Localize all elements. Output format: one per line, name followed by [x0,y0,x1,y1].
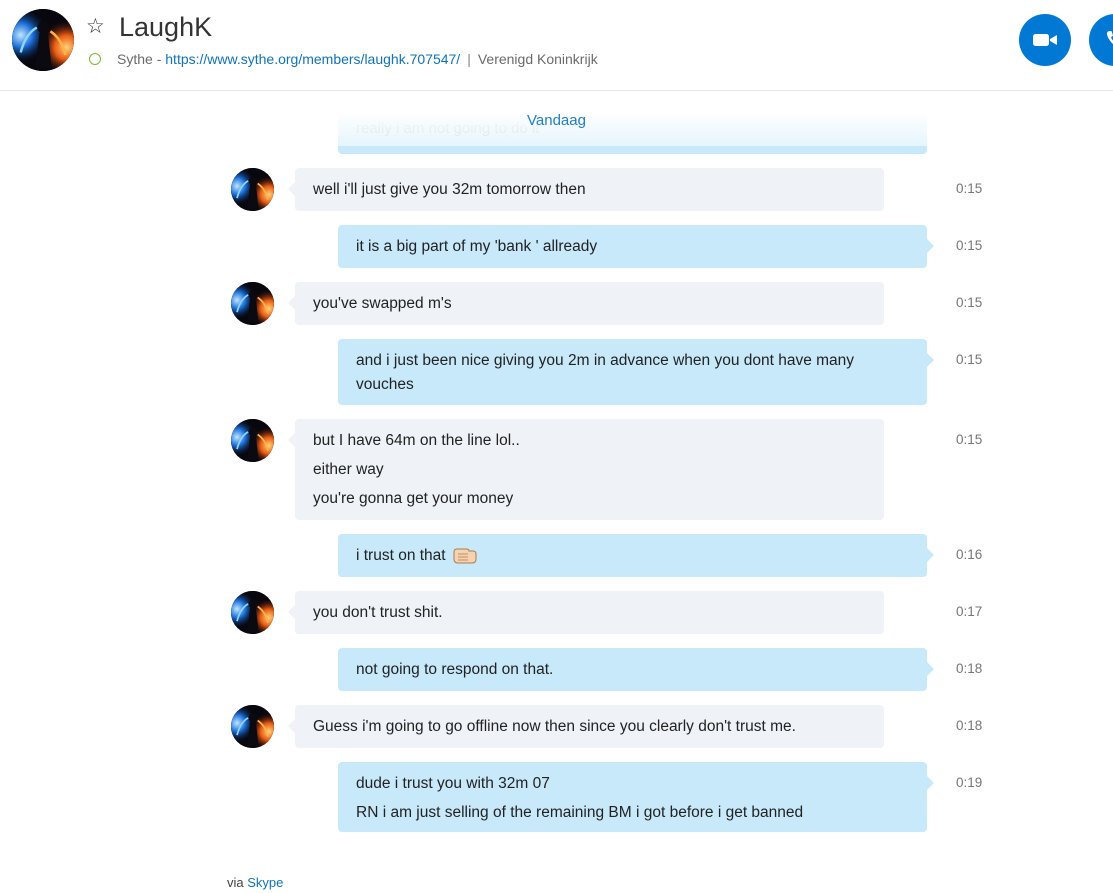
audio-call-button[interactable] [1089,14,1113,66]
incoming-message[interactable]: but I have 64m on the line lol.. either w… [288,419,884,520]
mood-source-separator: - [152,51,166,67]
outgoing-message[interactable]: and i just been nice giving you 2m in ad… [338,339,934,405]
message-text: Guess i'm going to go offline now then s… [313,718,796,735]
chat-header: ☆ LaughK Sythe - https://www.sythe.org/m… [0,0,1113,91]
message-text: i trust on that [356,544,909,568]
contact-avatar[interactable] [12,9,74,71]
message-text: but I have 64m on the line lol.. [313,432,520,449]
outgoing-message[interactable]: it is a big part of my 'bank ' allready [338,225,934,268]
message-timestamp: 0:18 [956,661,983,676]
message-text: you're gonna get your money [313,490,514,507]
sender-avatar[interactable] [231,282,274,325]
outgoing-message[interactable]: dude i trust you with 32m 07 RN i am just… [338,762,934,832]
message-timestamp: 0:15 [956,238,983,253]
profile-link[interactable]: https://www.sythe.org/members/laughk.707… [165,51,460,67]
message-text: either way [313,461,384,478]
sender-avatar[interactable] [231,591,274,634]
mood-divider: | [467,51,471,67]
contact-name[interactable]: LaughK [119,10,212,44]
message-text: you've swapped m's [313,295,452,312]
sender-avatar[interactable] [231,419,274,462]
online-status-icon [89,53,101,65]
message-text: you don't trust shit. [313,604,443,621]
message-timestamp: 0:19 [956,775,983,790]
message-timestamp: 0:15 [956,181,983,196]
message-timestamp: 0:16 [956,547,983,562]
message-text: it is a big part of my 'bank ' allready [356,238,598,255]
message-timestamp: 0:18 [956,718,983,733]
message-text: well i'll just give you 32m tomorrow the… [313,181,586,198]
via-label: via [227,875,244,890]
contact-mood-line: Sythe - https://www.sythe.org/members/la… [89,49,598,69]
message-timestamp: 0:15 [956,352,983,367]
message-text: dude i trust you with 32m 07 [356,775,550,792]
favorite-star-icon[interactable]: ☆ [86,14,105,38]
incoming-message[interactable]: Guess i'm going to go offline now then s… [288,705,884,748]
incoming-message[interactable]: well i'll just give you 32m tomorrow the… [288,168,884,211]
via-footer: via Skype [227,875,283,890]
incoming-message[interactable]: you've swapped m's [288,282,884,325]
contact-location: Verenigd Koninkrijk [477,51,598,67]
mood-source: Sythe [117,51,153,67]
message-timestamp: 0:17 [956,604,983,619]
message-text: RN i am just selling of the remaining BM… [356,804,804,821]
video-camera-icon [1033,34,1057,46]
message-text: not going to respond on that. [356,661,554,678]
video-call-button[interactable] [1019,14,1071,66]
sender-avatar[interactable] [231,705,274,748]
phone-icon [1106,31,1113,44]
message-timestamp: 0:15 [956,295,983,310]
fist-bump-emoji [453,548,477,564]
skype-link[interactable]: Skype [247,875,283,890]
outgoing-message[interactable]: not going to respond on that. [338,648,934,691]
outgoing-message[interactable]: i trust on that [338,534,934,577]
sender-avatar[interactable] [231,168,274,211]
date-separator: Vandaag [527,112,586,129]
message-text: and i just been nice giving you 2m in ad… [356,352,855,393]
message-timestamp: 0:15 [956,432,983,447]
incoming-message[interactable]: you don't trust shit. [288,591,884,634]
